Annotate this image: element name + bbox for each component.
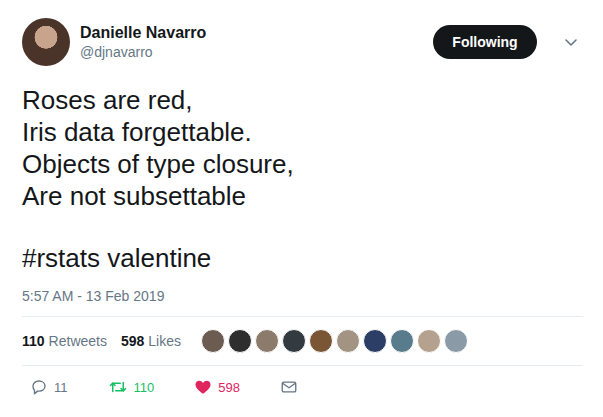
author-avatar[interactable] — [22, 18, 70, 66]
action-bar: 11 110 598 — [22, 366, 583, 408]
tweet-text: Roses are red,Iris data forgettable.Obje… — [22, 84, 583, 274]
stats-row: 110Retweets 598Likes — [22, 317, 583, 366]
action-count: 11 — [54, 380, 68, 395]
liker-avatar[interactable] — [390, 329, 414, 353]
stat-item[interactable]: 598Likes — [121, 333, 181, 349]
action-count: 110 — [134, 380, 155, 395]
liker-avatar[interactable] — [417, 329, 441, 353]
retweet-icon[interactable] — [108, 378, 128, 396]
liker-avatar[interactable] — [363, 329, 387, 353]
liker-avatar[interactable] — [336, 329, 360, 353]
liker-avatars — [201, 329, 468, 353]
liker-avatar[interactable] — [309, 329, 333, 353]
liker-avatar[interactable] — [444, 329, 468, 353]
tweet-line: Objects of type closure, — [22, 148, 583, 180]
heart-icon[interactable] — [194, 378, 212, 396]
tweet-line: Roses are red, — [22, 84, 583, 116]
tweet-line: Are not subsettable — [22, 180, 583, 212]
action-item[interactable]: 11 — [30, 378, 68, 396]
mail-icon[interactable] — [280, 378, 298, 396]
author-info: Danielle Navarro @djnavarro — [80, 24, 423, 60]
stat-item[interactable]: 110Retweets — [22, 333, 107, 349]
hashtag-line[interactable]: #rstats valentine — [22, 242, 583, 274]
liker-avatar[interactable] — [228, 329, 252, 353]
chevron-down-icon[interactable] — [563, 34, 579, 50]
liker-avatar[interactable] — [255, 329, 279, 353]
author-name[interactable]: Danielle Navarro — [80, 24, 423, 42]
timestamp[interactable]: 5:57 AM - 13 Feb 2019 — [22, 288, 583, 317]
tweet-line: Iris data forgettable. — [22, 116, 583, 148]
action-item[interactable]: 598 — [194, 378, 240, 396]
reply-icon[interactable] — [30, 378, 48, 396]
author-handle[interactable]: @djnavarro — [80, 44, 423, 60]
action-item[interactable]: 110 — [108, 378, 155, 396]
liker-avatar[interactable] — [282, 329, 306, 353]
action-count: 598 — [218, 380, 240, 395]
action-item[interactable] — [280, 378, 298, 396]
following-button[interactable]: Following — [433, 25, 537, 59]
liker-avatar[interactable] — [201, 329, 225, 353]
tweet-header: Danielle Navarro @djnavarro Following — [22, 18, 583, 66]
tweet-card: Danielle Navarro @djnavarro Following Roses… — [0, 0, 603, 417]
